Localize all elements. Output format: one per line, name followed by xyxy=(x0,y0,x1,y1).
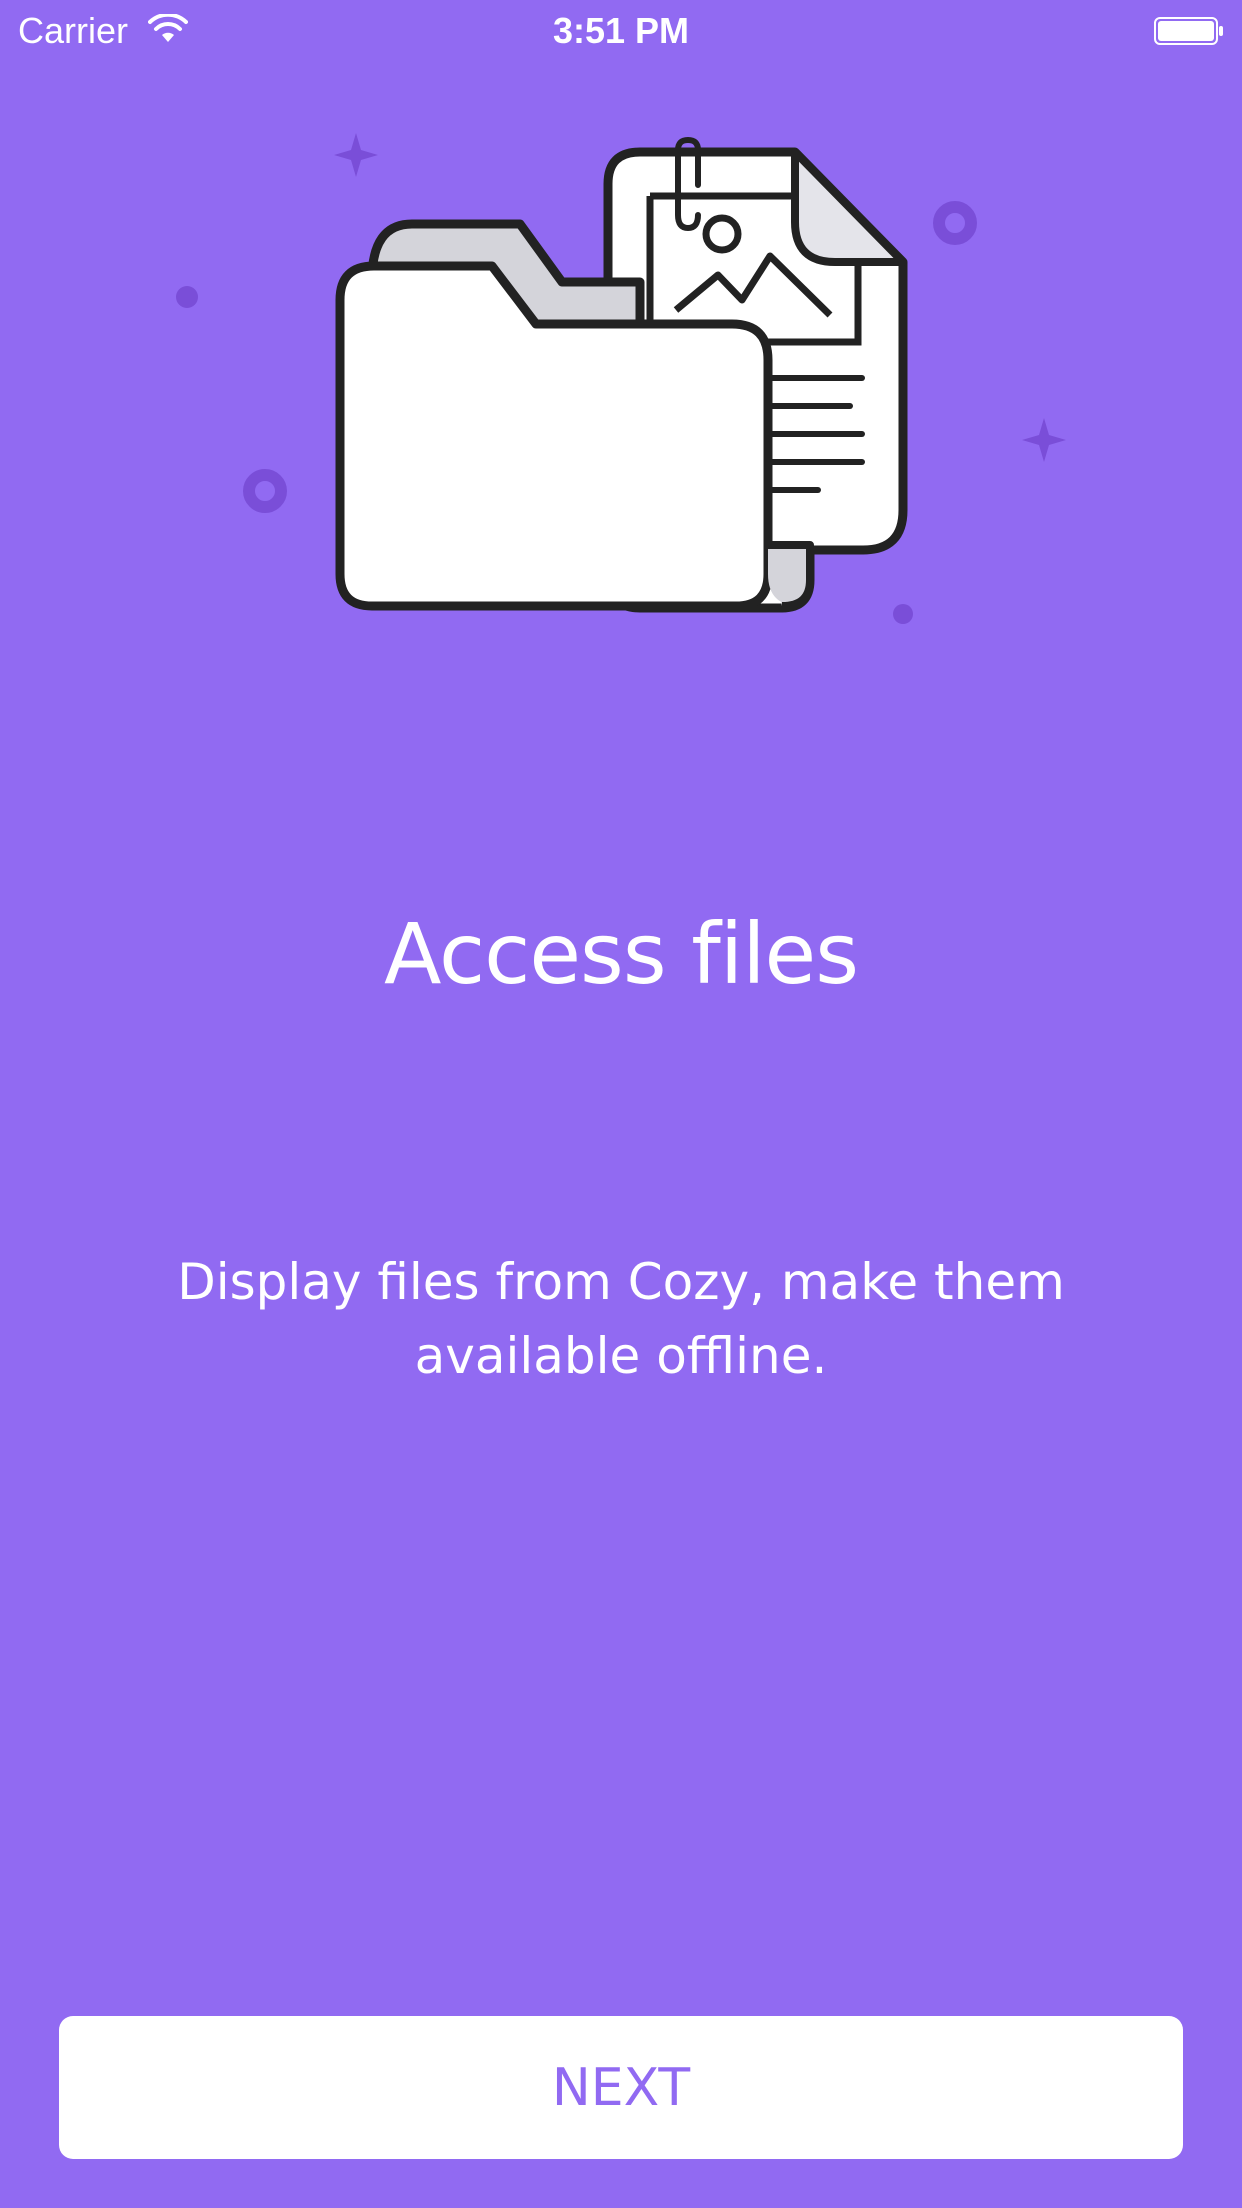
folder-with-files-icon xyxy=(176,133,1066,624)
status-time: 3:51 PM xyxy=(552,10,690,51)
page-description: Display files from Cozy, make them avail… xyxy=(177,1253,1065,1385)
next-button[interactable]: NEXT xyxy=(59,2016,1183,2159)
page-title: Access files xyxy=(384,905,859,1003)
battery-icon xyxy=(1154,17,1223,45)
status-bar: Carrier 3:51 PM xyxy=(0,0,1242,62)
